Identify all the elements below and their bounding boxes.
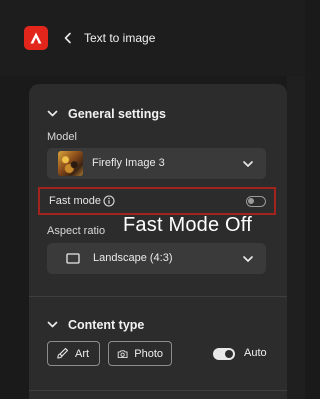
toggle-knob	[248, 198, 254, 204]
fast-mode-toggle[interactable]	[246, 196, 266, 207]
fast-mode-row: Fast mode	[38, 187, 276, 215]
model-value: Firefly Image 3	[92, 157, 165, 169]
model-select[interactable]: Firefly Image 3	[47, 148, 266, 179]
aspect-ratio-value: Landscape (4:3)	[93, 252, 173, 264]
chevron-left-icon	[64, 32, 71, 44]
chevron-down-icon	[47, 110, 58, 117]
adobe-firefly-logo-icon[interactable]	[24, 26, 48, 50]
chevron-down-icon	[243, 256, 253, 262]
art-button[interactable]: Art	[47, 341, 100, 366]
bottom-divider	[29, 390, 287, 391]
photo-label: Photo	[134, 347, 163, 360]
model-thumbnail	[58, 151, 83, 176]
toggle-knob	[225, 350, 233, 358]
auto-toggle[interactable]	[213, 348, 235, 360]
info-icon[interactable]	[103, 195, 115, 207]
aspect-ratio-select[interactable]: Landscape (4:3)	[47, 243, 266, 274]
landscape-icon	[66, 253, 80, 264]
general-settings-header[interactable]: General settings	[47, 107, 166, 121]
chevron-down-icon	[243, 161, 253, 167]
camera-icon	[117, 349, 128, 358]
right-edge-panel	[287, 76, 305, 399]
fast-mode-label: Fast mode	[49, 195, 101, 207]
photo-button[interactable]: Photo	[108, 341, 172, 366]
paintbrush-icon	[57, 347, 69, 359]
top-bar: Text to image	[0, 0, 305, 76]
chevron-down-icon	[47, 321, 58, 328]
aspect-ratio-label: Aspect ratio	[47, 225, 106, 237]
auto-label: Auto	[244, 347, 267, 359]
general-settings-title: General settings	[68, 107, 166, 121]
content-type-title: Content type	[68, 318, 145, 332]
annotation-text: Fast Mode Off	[123, 214, 252, 236]
page-title: Text to image	[84, 31, 156, 45]
model-label: Model	[47, 131, 77, 143]
art-label: Art	[75, 347, 90, 360]
back-button[interactable]	[60, 30, 76, 46]
section-divider	[29, 296, 287, 297]
content-type-header[interactable]: Content type	[47, 318, 144, 332]
